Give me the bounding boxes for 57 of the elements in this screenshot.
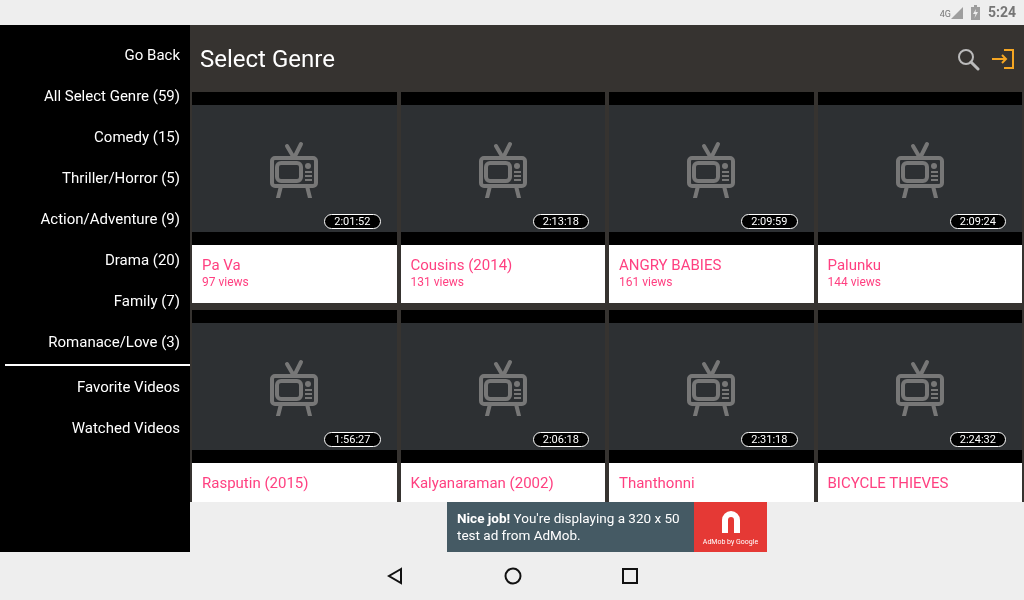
duration-label: 2:31:18	[741, 432, 798, 447]
genre-menu-item[interactable]: Romanace/Love (3)	[0, 322, 190, 363]
video-title: ANGRY BABIES	[619, 256, 723, 274]
signal-icon	[950, 6, 963, 19]
view-count: 97 views	[202, 274, 250, 290]
tv-icon	[269, 139, 320, 198]
exit-arrow-icon[interactable]	[992, 48, 1014, 69]
tv-icon	[686, 139, 737, 198]
genre-menu-item[interactable]: Drama (20)	[0, 240, 190, 281]
video-frame[interactable]: 2:09:24	[817, 92, 1022, 245]
home-icon[interactable]	[504, 567, 522, 585]
duration-label: 2:01:52	[324, 214, 381, 229]
genre-menu-item[interactable]: Comedy (15)	[0, 117, 190, 158]
recents-icon[interactable]	[622, 568, 638, 584]
video-title: Thanthonni	[619, 474, 696, 492]
genre-menu-item[interactable]: Go Back	[0, 35, 190, 76]
video-frame[interactable]: 2:01:52	[192, 92, 397, 245]
tv-icon	[894, 357, 945, 416]
tv-icon	[477, 139, 528, 198]
duration-label: 2:24:32	[949, 432, 1006, 447]
tv-icon	[269, 357, 320, 416]
back-icon[interactable]	[386, 567, 404, 585]
tv-icon	[686, 357, 737, 416]
genre-menu-item[interactable]: Action/Adventure (9)	[0, 199, 190, 240]
video-title: BICYCLE THIEVES	[827, 474, 950, 492]
video-title: Kalyanaraman (2002)	[410, 474, 555, 492]
duration-label: 2:06:18	[532, 432, 589, 447]
video-title: Palunku	[827, 256, 883, 274]
genre-menu-item[interactable]: Family (7)	[0, 281, 190, 322]
video-frame[interactable]: 2:09:59	[609, 92, 814, 245]
network-label: 4G	[939, 9, 951, 19]
duration-label: 2:09:59	[741, 214, 798, 229]
tv-icon	[477, 357, 528, 416]
video-title: Cousins (2014)	[410, 256, 514, 274]
duration-label: 2:09:24	[949, 214, 1006, 229]
video-title: Pa Va	[202, 256, 242, 274]
view-count: 131 views	[410, 274, 465, 290]
duration-label: 2:13:18	[532, 214, 589, 229]
tv-icon	[894, 139, 945, 198]
view-count: 144 views	[827, 274, 882, 290]
video-title: Rasputin (2015)	[202, 474, 310, 492]
sidebar-menu-item[interactable]: Watched Videos	[0, 408, 190, 449]
video-frame[interactable]: 2:31:18	[609, 310, 814, 463]
video-frame[interactable]: 2:24:32	[817, 310, 1022, 463]
video-frame[interactable]: 2:06:18	[400, 310, 605, 463]
view-count: 161 views	[619, 274, 674, 290]
ad-text: Nice job! You're displaying a 320 x 50 test ad from AdMob.	[456, 509, 681, 545]
search-icon[interactable]	[956, 46, 980, 71]
sidebar-menu-item[interactable]: Favorite Videos	[0, 367, 190, 408]
genre-menu-item[interactable]: All Select Genre (59)	[0, 76, 190, 117]
genre-menu-item[interactable]: Thriller/Horror (5)	[0, 158, 190, 199]
page-title: Select Genre	[200, 43, 336, 75]
video-frame[interactable]: 1:56:27	[192, 310, 397, 463]
clock: 5:24	[987, 3, 1016, 22]
duration-label: 1:56:27	[324, 432, 381, 447]
video-frame[interactable]: 2:13:18	[400, 92, 605, 245]
battery-icon	[970, 5, 980, 20]
